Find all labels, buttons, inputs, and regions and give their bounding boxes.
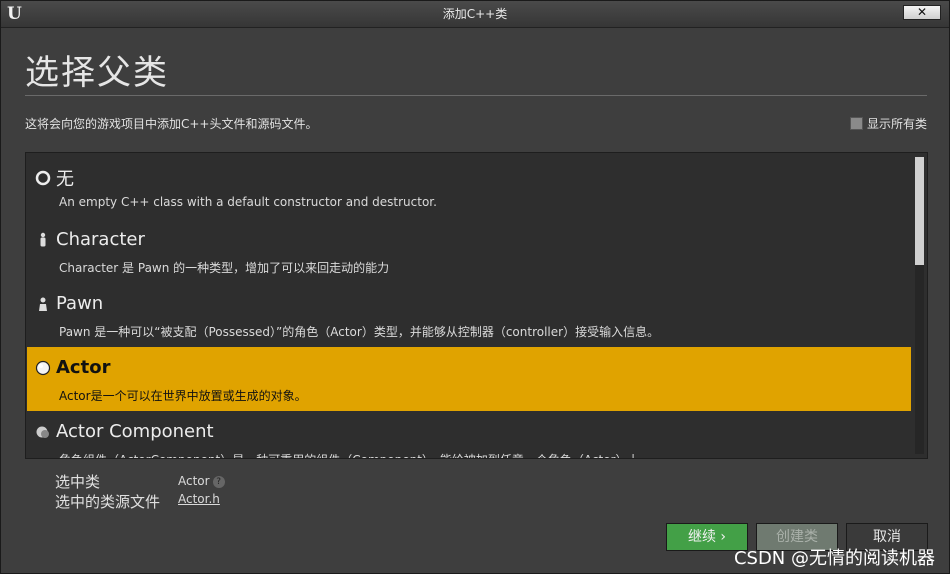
chevron-right-icon: › [715,529,727,545]
list-scrollbar[interactable] [915,157,924,454]
help-icon[interactable]: ? [212,475,225,488]
close-button[interactable]: ✕ [903,5,941,20]
class-item-desc: Pawn 是一种可以“被支配（Possessed）”的角色（Actor）类型，并… [59,325,660,339]
class-item-actor-component[interactable]: Actor Component 角色组件（ActorComponent）是一种可… [27,411,911,458]
class-item-pawn[interactable]: Pawn Pawn 是一种可以“被支配（Possessed）”的角色（Actor… [27,283,911,347]
show-all-label: 显示所有类 [866,117,927,131]
class-item-actor[interactable]: Actor Actor是一个可以在世界中放置或生成的对象。 [27,347,911,411]
empty-circle-icon [35,170,51,186]
show-all-classes-toggle[interactable]: 显示所有类 [849,115,927,132]
class-item-character[interactable]: Character Character 是 Pawn 的一种类型，增加了可以来回… [27,219,911,283]
class-item-title: Actor [56,357,111,378]
class-item-desc: Character 是 Pawn 的一种类型，增加了可以来回走动的能力 [59,261,390,275]
component-icon [35,424,51,440]
window-title: 添加C++类 [442,7,508,21]
add-cpp-class-window: U 添加C++类 ✕ 选择父类 这将会向您的游戏项目中添加C++头文件和源码文件… [0,0,950,574]
class-item-desc: An empty C++ class with a default constr… [59,195,437,209]
class-item-none[interactable]: 无 An empty C++ class with a default cons… [27,155,911,219]
show-all-checkbox[interactable] [849,117,863,130]
parent-class-list: 无 An empty C++ class with a default cons… [25,152,928,459]
class-item-desc: Actor是一个可以在世界中放置或生成的对象。 [59,389,307,403]
character-figure-icon [35,232,51,248]
divider [25,95,927,96]
continue-label: 继续 [687,529,716,545]
scrollbar-thumb[interactable] [915,157,924,265]
title-bar[interactable]: U 添加C++类 ✕ [1,1,949,28]
actor-sphere-icon [35,360,51,376]
class-item-desc: 角色组件（ActorComponent）是一种可重用的组件（Component）… [59,451,640,458]
page-description: 这将会向您的游戏项目中添加C++头文件和源码文件。 [25,117,318,131]
watermark: CSDN @无情的阅读机器 [733,548,935,569]
page-title: 选择父类 [25,53,169,93]
selected-class-label: 选中类 [55,473,101,491]
selected-file-link[interactable]: Actor.h [178,492,220,506]
selected-class-value: Actor [178,474,210,488]
class-item-title: Pawn [56,293,104,314]
selected-file-label: 选中的类源文件 [55,493,161,511]
class-item-title: 无 [56,169,74,190]
selected-class-value-row: Actor? [178,474,225,488]
pawn-figure-icon [35,296,51,312]
class-item-title: Character [56,229,145,250]
class-item-title: Actor Component [56,421,214,442]
